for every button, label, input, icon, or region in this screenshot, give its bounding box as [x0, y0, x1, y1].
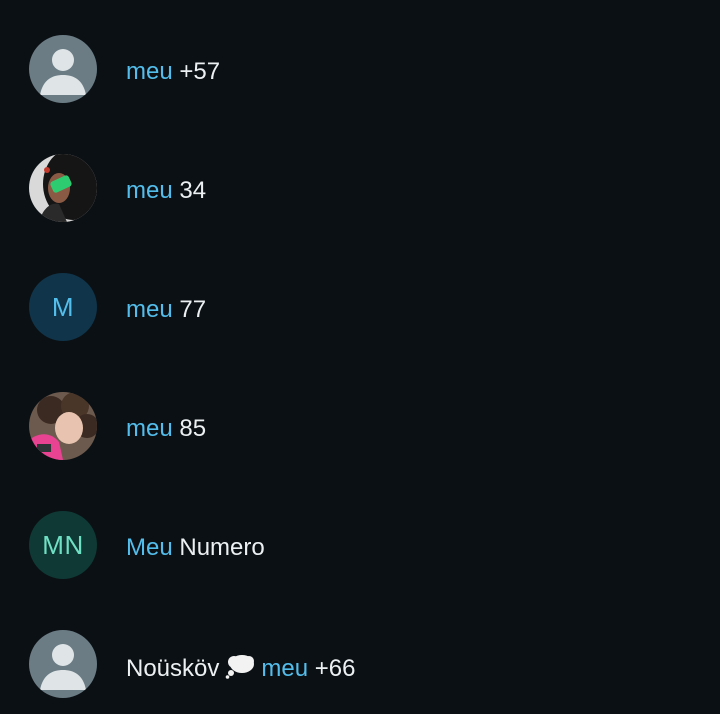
name-rest: Numero [172, 534, 265, 561]
contact-name: Meu Numero [126, 534, 265, 562]
thought-balloon-icon [225, 653, 255, 686]
name-rest: +66 [308, 655, 356, 682]
name-prefix: Noüsköv [126, 655, 220, 682]
avatar-initials: M [51, 291, 75, 322]
contact-name: meu +57 [126, 58, 220, 86]
name-rest: +57 [172, 58, 221, 85]
contact-row[interactable]: M meu 77 [0, 238, 720, 357]
avatar-initials: MN [42, 529, 84, 560]
profile-photo-avatar [29, 392, 97, 460]
contact-row[interactable]: meu +57 [0, 0, 720, 119]
contact-name: meu 77 [126, 296, 206, 324]
contact-row[interactable]: MN Meu Numero [0, 476, 720, 595]
contact-name: Noüsköv meu +66 [126, 653, 355, 686]
contact-row[interactable]: Noüsköv meu +66 [0, 595, 720, 714]
name-match-highlight: meu [261, 655, 309, 682]
name-match-highlight: meu [126, 177, 173, 204]
initials-avatar: MN [29, 511, 97, 579]
initials-avatar: M [29, 273, 97, 341]
name-match-highlight: meu [126, 415, 173, 442]
name-match-highlight: meu [126, 296, 173, 323]
name-rest: 34 [172, 177, 207, 204]
name-match-highlight: meu [126, 58, 173, 85]
contact-row[interactable]: meu 34 [0, 119, 720, 238]
name-match-highlight: Meu [126, 534, 173, 561]
default-avatar-icon [29, 35, 97, 103]
name-rest: 85 [172, 415, 207, 442]
contact-name: meu 85 [126, 415, 206, 443]
profile-photo-avatar [29, 154, 97, 222]
contact-name: meu 34 [126, 177, 206, 205]
contact-search-results: meu +57 meu 34 M meu 77 meu 85 MN Meu Nu… [0, 0, 720, 704]
name-rest: 77 [172, 296, 207, 323]
default-avatar-icon [29, 630, 97, 698]
contact-row[interactable]: meu 85 [0, 357, 720, 476]
